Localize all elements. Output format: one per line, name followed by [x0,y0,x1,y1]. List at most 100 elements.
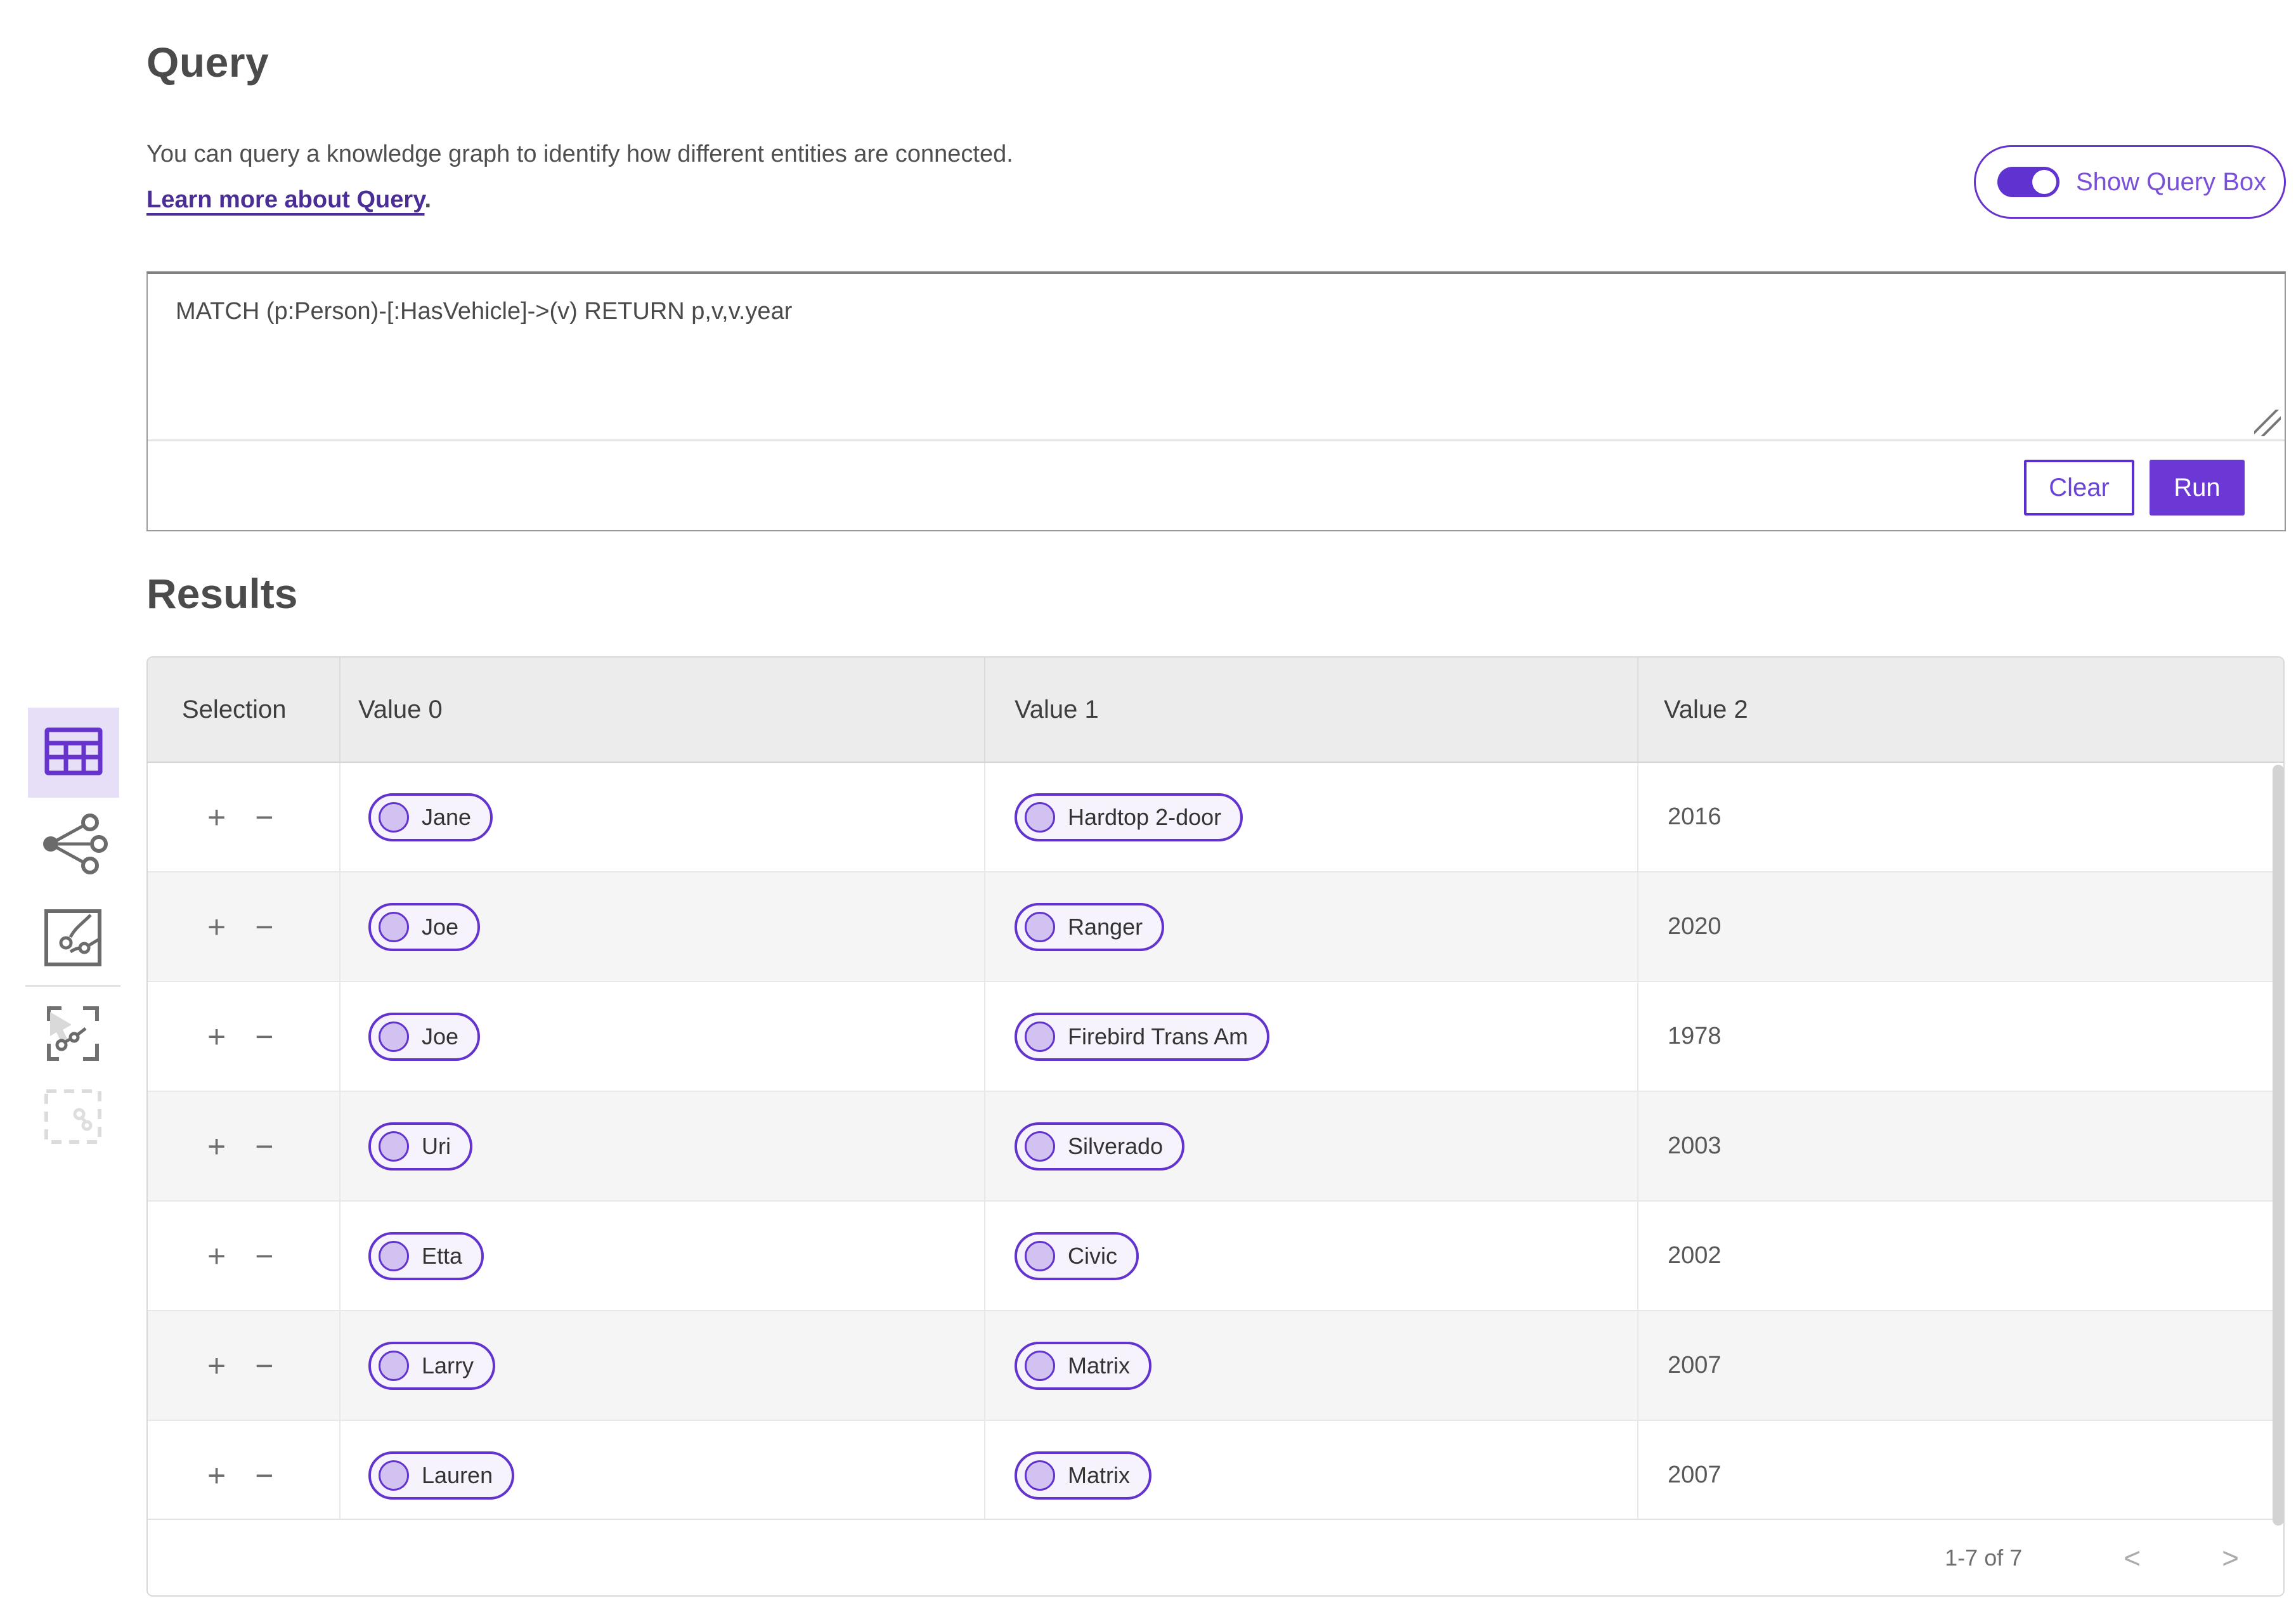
node-chip[interactable]: Lauren [368,1451,515,1500]
query-input[interactable]: MATCH (p:Person)-[:HasVehicle]->(v) RETU… [176,298,2234,325]
value2-cell: 2007 [1637,1311,2281,1420]
sidebar-item-map-view[interactable] [37,904,108,975]
node-chip[interactable]: Matrix [1015,1451,1151,1500]
value2-cell: 2007 [1637,1421,2281,1529]
node-chip[interactable]: Joe [368,1012,481,1061]
value1-cell: Ranger [984,872,1637,981]
node-chip-label: Joe [422,913,459,940]
run-button[interactable]: Run [2150,460,2245,516]
node-chip[interactable]: Civic [1015,1231,1139,1280]
sidebar-item-graph-view[interactable] [37,810,108,881]
node-chip[interactable]: Matrix [1015,1341,1151,1390]
node-chip-label: Jane [422,803,472,830]
year-value: 2020 [1668,913,1722,940]
selection-cell: + − [148,1202,339,1310]
table-row: + − Uri Silverado 2003 [148,1092,2283,1202]
selection-cell: + − [148,982,339,1091]
add-row-button[interactable]: + [207,1131,226,1162]
query-page: Query You can query a knowledge graph to… [0,0,2296,1615]
query-panel: MATCH (p:Person)-[:HasVehicle]->(v) RETU… [146,271,2286,531]
node-chip[interactable]: Hardtop 2-door [1015,793,1243,841]
show-query-box-toggle[interactable]: Show Query Box [1974,145,2286,219]
node-circle-icon [379,1240,409,1271]
value1-cell: Hardtop 2-door [984,763,1637,871]
value1-cell: Civic [984,1202,1637,1310]
value0-cell: Jane [339,763,984,871]
table-icon [44,727,103,779]
clear-button[interactable]: Clear [2024,460,2134,516]
node-chip-label: Hardtop 2-door [1068,803,1222,830]
toggle-switch[interactable] [1997,167,2059,197]
selection-cell: + − [148,1311,339,1420]
value1-cell: Firebird Trans Am [984,982,1637,1091]
node-chip[interactable]: Larry [368,1341,496,1390]
value1-cell: Matrix [984,1311,1637,1420]
remove-row-button[interactable]: − [255,1460,273,1491]
previous-page-icon[interactable]: < [2124,1543,2141,1573]
learn-more-link-text[interactable]: Learn more about Query [146,186,425,213]
sidebar-item-table-view[interactable] [28,708,119,798]
node-circle-icon [1025,1350,1055,1381]
toggle-knob [2032,170,2056,194]
value0-cell: Joe [339,872,984,981]
node-chip[interactable]: Silverado [1015,1122,1185,1171]
map-icon [44,909,102,970]
next-page-icon[interactable]: > [2222,1543,2239,1573]
remove-row-button[interactable]: − [255,1021,273,1053]
learn-more-link[interactable]: Learn more about Query. [146,186,431,214]
node-chip[interactable]: Jane [368,793,493,841]
resize-handle-icon[interactable] [2254,410,2281,436]
node-chip-label: Silverado [1068,1132,1164,1159]
graph-icon [38,813,108,878]
value1-cell: Matrix [984,1421,1637,1529]
node-chip[interactable]: Firebird Trans Am [1015,1012,1270,1061]
year-value: 2007 [1668,1462,1722,1488]
selection-icon [44,1089,102,1148]
value2-cell: 2020 [1637,872,2281,981]
node-chip-label: Firebird Trans Am [1068,1023,1249,1049]
value2-cell: 2016 [1637,763,2281,871]
node-circle-icon [1025,1131,1055,1162]
add-row-button[interactable]: + [207,911,226,943]
node-chip[interactable]: Etta [368,1231,484,1280]
year-value: 1978 [1668,1023,1722,1049]
show-query-box-label: Show Query Box [2076,167,2267,196]
value0-cell: Etta [339,1202,984,1310]
table-scrollbar[interactable] [2273,765,2284,1526]
node-chip[interactable]: Ranger [1015,902,1165,951]
year-value: 2002 [1668,1242,1722,1269]
sidebar-item-graph-select[interactable] [37,999,108,1070]
learn-more-period: . [424,186,432,213]
node-chip-label: Matrix [1068,1462,1130,1488]
add-row-button[interactable]: + [207,1240,226,1272]
remove-row-button[interactable]: − [255,1240,273,1272]
node-circle-icon [379,1021,409,1052]
node-chip-label: Etta [422,1242,463,1269]
year-value: 2003 [1668,1132,1722,1159]
add-row-button[interactable]: + [207,1460,226,1491]
column-header-value0: Value 0 [339,658,984,762]
node-chip[interactable]: Uri [368,1122,472,1171]
query-panel-divider [148,439,2285,441]
node-circle-icon [1025,1021,1055,1052]
table-pagination: 1-7 of 7 < > [148,1519,2283,1595]
selection-cell: + − [148,1092,339,1200]
remove-row-button[interactable]: − [255,911,273,943]
add-row-button[interactable]: + [207,1021,226,1053]
add-row-button[interactable]: + [207,1350,226,1382]
year-value: 2016 [1668,803,1722,830]
node-chip-label: Joe [422,1023,459,1049]
remove-row-button[interactable]: − [255,1350,273,1382]
remove-row-button[interactable]: − [255,801,273,833]
node-chip-label: Lauren [422,1462,493,1488]
column-header-selection: Selection [182,695,287,723]
node-circle-icon [379,801,409,833]
node-chip-label: Uri [422,1132,451,1159]
table-row: + − Larry Matrix 2007 [148,1311,2283,1421]
value2-cell: 2003 [1637,1092,2281,1200]
remove-row-button[interactable]: − [255,1131,273,1162]
node-chip[interactable]: Joe [368,902,481,951]
node-chip-label: Ranger [1068,913,1143,940]
add-row-button[interactable]: + [207,801,226,833]
page-description: You can query a knowledge graph to ident… [146,141,1013,167]
